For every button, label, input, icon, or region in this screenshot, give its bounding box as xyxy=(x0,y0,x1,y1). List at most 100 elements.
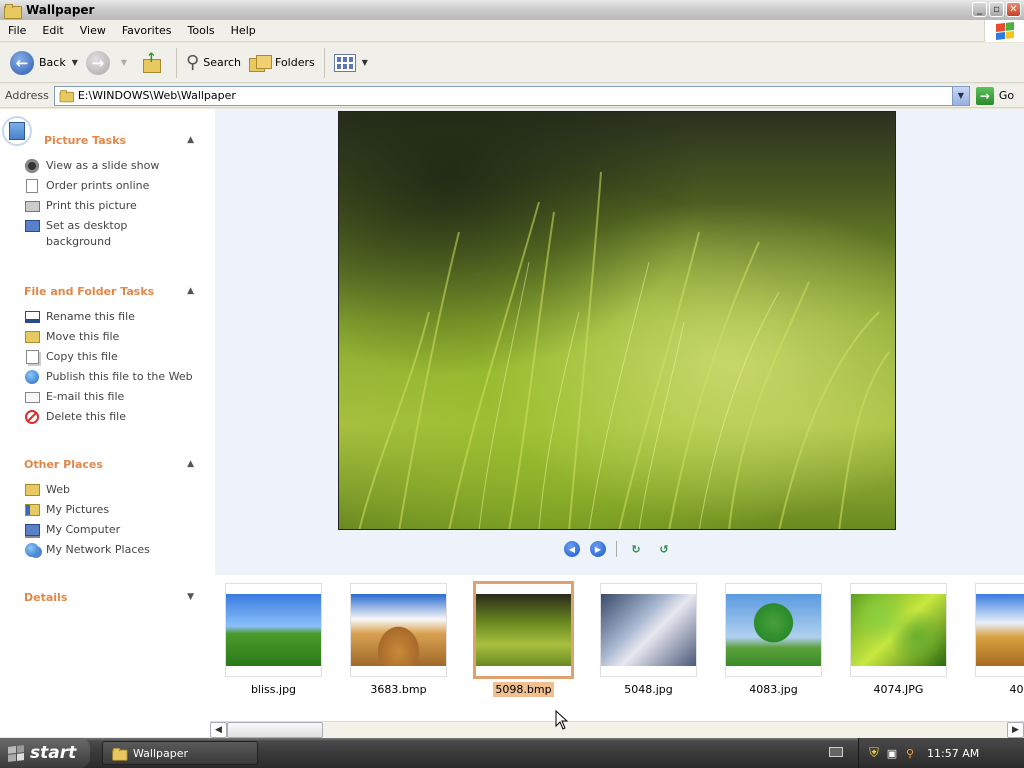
task-order-prints[interactable]: Order prints online xyxy=(24,178,198,194)
task-set-desktop[interactable]: Set as desktop background xyxy=(24,218,198,250)
place-my-computer[interactable]: My Computer xyxy=(24,522,198,538)
my-computer-icon xyxy=(24,522,40,538)
place-label: My Pictures xyxy=(46,503,110,516)
other-places-section: Other Places ▲ Web My Pictures My Comput… xyxy=(10,453,198,562)
back-dropdown-icon[interactable]: ▼ xyxy=(72,58,78,67)
file-tasks-header[interactable]: File and Folder Tasks ▲ xyxy=(10,280,198,302)
slideshow-icon xyxy=(24,158,40,174)
order-prints-icon xyxy=(24,178,40,194)
task-delete[interactable]: Delete this file xyxy=(24,409,198,425)
thumbnail-label: bliss.jpg xyxy=(250,683,297,696)
place-my-pictures[interactable]: My Pictures xyxy=(24,502,198,518)
keyboard-icon[interactable] xyxy=(829,747,843,757)
task-label: View as a slide show xyxy=(46,159,160,172)
menu-edit[interactable]: Edit xyxy=(34,24,71,37)
details-header[interactable]: Details ▼ xyxy=(10,586,198,608)
move-icon xyxy=(24,329,40,345)
rotate-clockwise-button[interactable]: ↻ xyxy=(627,542,645,556)
network-icon[interactable]: ▣ xyxy=(885,746,899,760)
thumbnail-bliss[interactable]: bliss.jpg xyxy=(225,579,322,697)
clock[interactable]: 11:57 AM xyxy=(927,747,979,760)
preview-controls: ◀ ▶ ↻ ↺ xyxy=(564,541,673,557)
views-button[interactable]: ▼ xyxy=(330,46,372,80)
thumbnail-4042[interactable]: 4042 xyxy=(975,579,1024,697)
thumbnail-frame xyxy=(850,583,947,677)
picture-tasks-header[interactable]: Picture Tasks ▲ xyxy=(10,129,198,151)
scrollbar-thumb[interactable] xyxy=(227,722,323,738)
address-label: Address xyxy=(5,89,49,102)
search-button[interactable]: ⚲ Search xyxy=(182,46,245,80)
expand-icon[interactable]: ▼ xyxy=(187,592,194,602)
collapse-icon[interactable]: ▲ xyxy=(187,286,194,296)
menu-bar: File Edit View Favorites Tools Help xyxy=(0,20,1024,42)
collapse-icon[interactable]: ▲ xyxy=(187,459,194,469)
thumbnail-image xyxy=(851,594,946,666)
thumbnail-5048[interactable]: 5048.jpg xyxy=(600,579,697,697)
security-shield-icon[interactable]: ⛨ xyxy=(867,746,881,761)
start-button[interactable]: start xyxy=(0,738,90,768)
task-label: Move this file xyxy=(46,330,120,343)
thumbnail-label: 4042 xyxy=(1009,683,1024,696)
folders-button[interactable]: Folders xyxy=(245,46,319,80)
views-dropdown-icon: ▼ xyxy=(361,58,368,67)
thumbnail-4083[interactable]: 4083.jpg xyxy=(725,579,822,697)
printer-icon xyxy=(24,198,40,214)
scroll-left-button[interactable]: ◀ xyxy=(210,722,227,738)
address-bar: Address E:\WINDOWS\Web\Wallpaper ▼ → Go xyxy=(0,84,1024,108)
place-label: Web xyxy=(46,483,70,496)
minimize-button[interactable]: _ xyxy=(972,2,987,17)
thumbnail-4074[interactable]: 4074.JPG xyxy=(850,579,947,697)
forward-arrow-icon: → xyxy=(85,50,110,75)
thumbnail-image xyxy=(726,594,821,666)
menu-help[interactable]: Help xyxy=(223,24,264,37)
rotate-counterclockwise-button[interactable]: ↺ xyxy=(655,542,673,556)
back-button[interactable]: ← Back ▼ xyxy=(6,46,82,80)
previous-image-button[interactable]: ◀ xyxy=(564,541,580,557)
task-copy[interactable]: Copy this file xyxy=(24,349,198,365)
thumbnail-label: 4074.JPG xyxy=(873,683,924,696)
thumbnail-5098[interactable]: 5098.bmp xyxy=(473,579,574,697)
toolbar: ← Back ▼ → ▼ ⚲ Search Folders ▼ xyxy=(0,43,1024,83)
section-title: Other Places xyxy=(24,457,103,471)
place-web[interactable]: Web xyxy=(24,482,198,498)
forward-button[interactable]: → ▼ xyxy=(82,46,131,80)
go-arrow-icon: → xyxy=(975,86,994,105)
other-places-header[interactable]: Other Places ▲ xyxy=(10,453,198,475)
controls-separator xyxy=(616,541,617,557)
collapse-icon[interactable]: ▲ xyxy=(187,135,194,145)
menu-view[interactable]: View xyxy=(72,24,114,37)
scroll-right-button[interactable]: ▶ xyxy=(1007,722,1024,738)
menu-file[interactable]: File xyxy=(0,24,34,37)
menu-tools[interactable]: Tools xyxy=(180,24,223,37)
maximize-button[interactable]: ▫ xyxy=(989,2,1004,17)
search-icon[interactable]: ⚲ xyxy=(903,746,917,760)
task-publish[interactable]: Publish this file to the Web xyxy=(24,369,198,385)
forward-dropdown-icon[interactable]: ▼ xyxy=(121,58,127,67)
next-image-button[interactable]: ▶ xyxy=(590,541,606,557)
up-button[interactable] xyxy=(131,46,171,80)
up-folder-icon xyxy=(141,51,162,73)
place-network[interactable]: My Network Places xyxy=(24,542,198,558)
horizontal-scrollbar[interactable]: ◀ ▶ xyxy=(210,721,1024,738)
close-button[interactable]: ✕ xyxy=(1006,2,1021,17)
thumbnail-3683[interactable]: 3683.bmp xyxy=(350,579,447,697)
title-bar: Wallpaper _ ▫ ✕ xyxy=(0,0,1024,20)
place-label: My Network Places xyxy=(46,543,150,556)
go-button[interactable]: → Go xyxy=(975,86,1014,105)
task-label: Delete this file xyxy=(46,410,126,423)
menu-favorites[interactable]: Favorites xyxy=(114,24,180,37)
preview-image xyxy=(338,111,896,530)
toolbar-separator xyxy=(323,47,325,78)
taskbar-window-button[interactable]: Wallpaper xyxy=(102,741,258,765)
thumbnail-frame xyxy=(975,583,1024,677)
task-rename[interactable]: Rename this file xyxy=(24,309,198,325)
thumbnail-frame xyxy=(350,583,447,677)
task-slideshow[interactable]: View as a slide show xyxy=(24,158,198,174)
address-dropdown-icon[interactable]: ▼ xyxy=(951,86,969,105)
task-label: Copy this file xyxy=(46,350,118,363)
task-move[interactable]: Move this file xyxy=(24,329,198,345)
task-print[interactable]: Print this picture xyxy=(24,198,198,214)
address-input[interactable]: E:\WINDOWS\Web\Wallpaper ▼ xyxy=(53,85,970,106)
task-email[interactable]: E-mail this file xyxy=(24,389,198,405)
copy-icon xyxy=(24,349,40,365)
